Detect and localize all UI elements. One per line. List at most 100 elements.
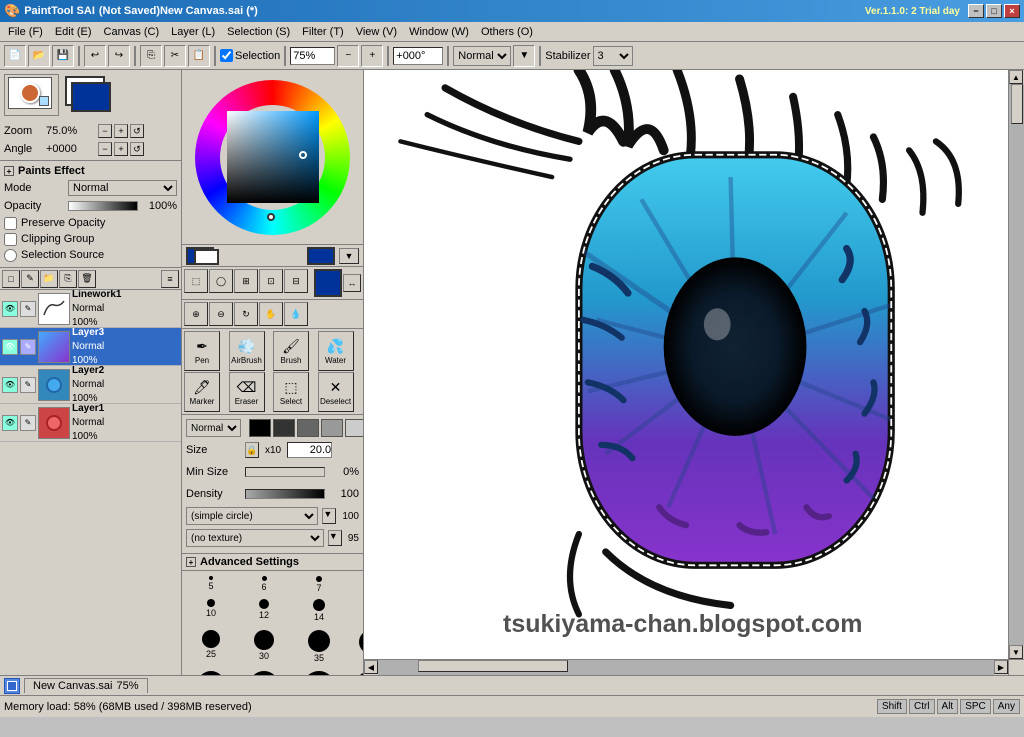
scroll-h-track[interactable]: [378, 660, 994, 675]
toolbar-save[interactable]: 💾: [52, 45, 74, 67]
menu-selection[interactable]: Selection (S): [221, 23, 296, 41]
angle-plus-btn[interactable]: +: [114, 142, 128, 156]
layer-item-layer3[interactable]: 👁 ✎ Layer3 Normal 100%: [0, 328, 181, 366]
zoom-reset-btn[interactable]: ↺: [130, 124, 144, 138]
select-all-tool[interactable]: ⊞: [234, 269, 258, 293]
brush-size-80[interactable]: 80: [292, 670, 346, 675]
minimize-button[interactable]: −: [968, 4, 984, 18]
selection-checkbox-container[interactable]: Selection: [220, 49, 280, 62]
layer-edit-layer3[interactable]: ✎: [20, 339, 36, 355]
layer-edit-layer1[interactable]: ✎: [20, 415, 36, 431]
airbrush-tool[interactable]: 💨 AirBrush: [229, 331, 265, 371]
toolbar-redo[interactable]: ↪: [108, 45, 130, 67]
canvas-scrollbar-h[interactable]: ◀ ▶: [364, 659, 1008, 675]
brush-size-8[interactable]: 8: [348, 575, 363, 596]
advanced-settings-title[interactable]: + Advanced Settings: [182, 554, 363, 571]
brush-size-16[interactable]: 16: [348, 598, 363, 627]
mode-btn[interactable]: ▼: [513, 45, 535, 67]
color-square[interactable]: [227, 111, 319, 203]
brush-size-35[interactable]: 35: [292, 629, 346, 668]
zoom-input[interactable]: [290, 47, 335, 65]
menu-edit[interactable]: Edit (E): [49, 23, 98, 41]
layer-item-layer1[interactable]: 👁 ✎ Layer1 Normal 100%: [0, 404, 181, 442]
layer-folder[interactable]: 📁: [40, 270, 58, 288]
scroll-v-thumb[interactable]: [1011, 84, 1023, 124]
layer-settings[interactable]: ≡: [161, 270, 179, 288]
angle-input[interactable]: [393, 47, 443, 65]
layer-visibility-linework1[interactable]: 👁: [2, 301, 18, 317]
brush-size-5[interactable]: 5: [186, 575, 236, 596]
size-lock-btn[interactable]: 🔒: [245, 442, 259, 458]
canvas-content[interactable]: tsukiyama-chan.blogspot.com: [364, 70, 1008, 659]
layer-visibility-layer3[interactable]: 👁: [2, 339, 18, 355]
zoom-out-btn[interactable]: −: [337, 45, 359, 67]
density-slider[interactable]: [245, 489, 325, 499]
maximize-button[interactable]: □: [986, 4, 1002, 18]
canvas-scrollbar-v[interactable]: ▲ ▼: [1008, 70, 1024, 659]
select-none-tool[interactable]: ⊡: [259, 269, 283, 293]
texture-select[interactable]: (no texture): [186, 529, 324, 547]
blend-mode-select[interactable]: Normal: [186, 419, 241, 437]
brush-size-100[interactable]: 100: [348, 670, 363, 675]
brush-size-6[interactable]: 6: [238, 575, 290, 596]
menu-layer[interactable]: Layer (L): [165, 23, 221, 41]
toolbar-cut[interactable]: ✂: [164, 45, 186, 67]
min-size-slider[interactable]: [245, 467, 325, 477]
eyedropper-tool[interactable]: 💧: [284, 302, 308, 326]
layer-delete[interactable]: 🗑: [78, 270, 96, 288]
pen-tool[interactable]: ✒ Pen: [184, 331, 220, 371]
shape-select[interactable]: (simple circle): [186, 507, 318, 525]
layer-new-raster[interactable]: □: [2, 270, 20, 288]
menu-view[interactable]: View (V): [350, 23, 403, 41]
water-tool[interactable]: 💦 Water: [318, 331, 354, 371]
brush-size-14[interactable]: 14: [292, 598, 346, 627]
brush-size-7[interactable]: 7: [292, 575, 346, 596]
select-tool[interactable]: ⬚ Select: [273, 372, 309, 412]
brush-size-25[interactable]: 25: [186, 629, 236, 668]
toolbar-paste[interactable]: 📋: [188, 45, 210, 67]
current-color-swatch[interactable]: [307, 247, 335, 265]
rotate-tool[interactable]: ↻: [234, 302, 258, 326]
brush-tool[interactable]: 🖌 Brush: [273, 331, 309, 371]
scroll-h-left[interactable]: ◀: [364, 660, 378, 674]
brush-size-60[interactable]: 60: [186, 670, 236, 675]
layer-visibility-layer1[interactable]: 👁: [2, 415, 18, 431]
hand-tool[interactable]: ✋: [259, 302, 283, 326]
scroll-v-track[interactable]: [1009, 84, 1024, 645]
toolbar-undo[interactable]: ↩: [84, 45, 106, 67]
layer-edit-linework1[interactable]: ✎: [20, 301, 36, 317]
zoom-plus-btn[interactable]: +: [114, 124, 128, 138]
toolbar-new[interactable]: 📄: [4, 45, 26, 67]
zoom-in-btn[interactable]: +: [361, 45, 383, 67]
scroll-h-right[interactable]: ▶: [994, 660, 1008, 674]
clipping-group-check[interactable]: [4, 233, 17, 246]
select-invert-tool[interactable]: ⊟: [284, 269, 308, 293]
canvas-svg[interactable]: tsukiyama-chan.blogspot.com: [364, 70, 1008, 659]
size-input[interactable]: [287, 442, 332, 458]
brush-size-70[interactable]: 70: [238, 670, 290, 675]
zoom-minus-btn[interactable]: −: [98, 124, 112, 138]
color-extra-btn[interactable]: ▼: [339, 248, 359, 264]
angle-minus-btn[interactable]: −: [98, 142, 112, 156]
layer-item-linework1[interactable]: 👁 ✎ Linework1 Normal 100%: [0, 290, 181, 328]
zoom-out-tool[interactable]: ⊖: [209, 302, 233, 326]
eraser-tool[interactable]: ⌫ Eraser: [229, 372, 265, 412]
paints-expand[interactable]: +: [4, 166, 14, 176]
scroll-v-up[interactable]: ▲: [1009, 70, 1023, 84]
color-wheel[interactable]: [195, 80, 350, 235]
select-rect-tool[interactable]: ⬚: [184, 269, 208, 293]
menu-filter[interactable]: Filter (T): [296, 23, 350, 41]
scroll-h-thumb[interactable]: [418, 660, 568, 672]
scroll-v-down[interactable]: ▼: [1009, 645, 1023, 659]
toolbar-copy[interactable]: ⎘: [140, 45, 162, 67]
layer-duplicate[interactable]: ⎘: [59, 270, 77, 288]
zoom-tool[interactable]: ⊕: [184, 302, 208, 326]
menu-window[interactable]: Window (W): [403, 23, 475, 41]
swap-colors-btn[interactable]: ↔: [343, 274, 361, 292]
mode-select[interactable]: Normal: [453, 46, 511, 66]
marker-tool[interactable]: 🖊 Marker: [184, 372, 220, 412]
opacity-bar[interactable]: [68, 201, 138, 211]
menu-canvas[interactable]: Canvas (C): [98, 23, 166, 41]
close-button[interactable]: ×: [1004, 4, 1020, 18]
shape-expand-btn[interactable]: ▼: [322, 508, 336, 524]
